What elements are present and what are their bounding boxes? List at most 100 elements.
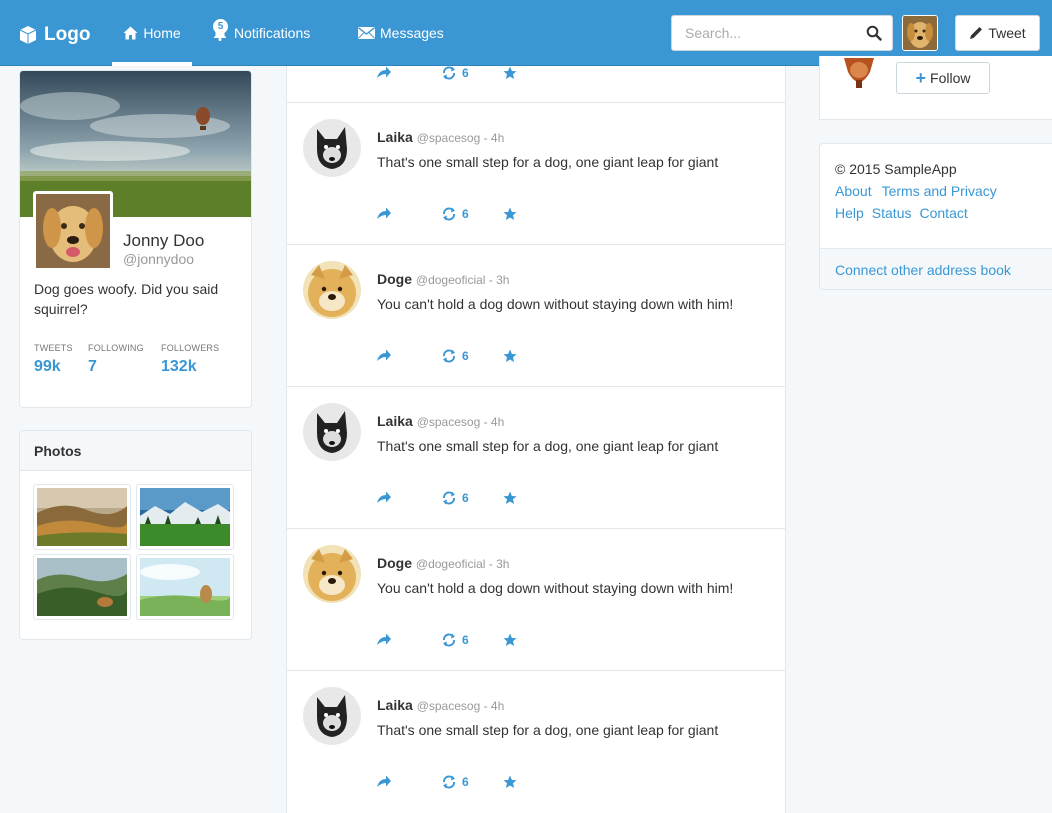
avatar (36, 194, 110, 268)
favorite-button[interactable] (503, 349, 517, 363)
avatar (303, 545, 361, 603)
retweet-button[interactable]: 6 (441, 66, 469, 80)
reply-arrow-icon (377, 775, 391, 787)
star-icon (503, 491, 517, 504)
notification-count-badge: 5 (213, 19, 228, 34)
tweet-meta: @dogeoficial - 3h (415, 273, 510, 287)
reply-arrow-icon (377, 349, 391, 361)
home-icon (123, 26, 138, 40)
reply-arrow-icon (377, 491, 391, 503)
follow-button[interactable]: + Follow (896, 62, 990, 94)
stat-followers[interactable]: FOLLOWERS 132k (161, 343, 219, 376)
favorite-button[interactable] (503, 66, 517, 80)
tweet-author-name[interactable]: Laika (377, 129, 413, 145)
tweet-avatar[interactable] (303, 545, 361, 603)
favorite-button[interactable] (503, 207, 517, 221)
retweet-icon (443, 207, 455, 221)
tweet-header: Doge @dogeoficial - 3h (377, 555, 509, 571)
reply-button[interactable] (377, 349, 391, 361)
footer-link-terms[interactable]: Terms and Privacy (882, 183, 997, 199)
photo-thumbnail[interactable] (33, 554, 131, 620)
tweet-text: You can't hold a dog down without stayin… (377, 580, 734, 596)
brand-logo[interactable]: Logo (18, 22, 90, 48)
tweet-feed: 6 Laika @spacesog - 4h That's one small … (286, 66, 786, 813)
reply-button[interactable] (377, 66, 391, 78)
tweet-item: Laika @spacesog - 4h That's one small st… (287, 387, 785, 529)
tweet-meta: @dogeoficial - 3h (415, 557, 510, 571)
reply-button[interactable] (377, 633, 391, 645)
tweet-item: Doge @dogeoficial - 3h You can't hold a … (287, 529, 785, 671)
nav-messages[interactable]: Messages (358, 0, 444, 66)
stat-label: FOLLOWING (88, 343, 144, 353)
profile-name[interactable]: Jonny Doo (123, 231, 204, 251)
tweet-text: That's one small step for a dog, one gia… (377, 438, 719, 454)
nav-home[interactable]: Home (112, 0, 192, 66)
retweet-icon (443, 775, 455, 789)
star-icon (503, 633, 517, 646)
footer-card: © 2015 SampleApp About Terms and Privacy … (819, 143, 1052, 290)
retweet-count: 6 (462, 775, 469, 789)
photo-thumbnail[interactable] (136, 484, 234, 550)
stat-following[interactable]: FOLLOWING 7 (88, 343, 144, 376)
tweet-author-name[interactable]: Doge (377, 271, 412, 287)
reply-arrow-icon (377, 207, 391, 219)
tweet-avatar[interactable] (303, 687, 361, 745)
avatar (303, 403, 361, 461)
tweet-header: Laika @spacesog - 4h (377, 697, 504, 713)
landscape-photo-4 (140, 558, 230, 616)
user-avatar-button[interactable] (902, 15, 938, 51)
favorite-button[interactable] (503, 491, 517, 505)
tweet-avatar[interactable] (303, 403, 361, 461)
footer-link-contact[interactable]: Contact (920, 205, 968, 221)
footer-link-status[interactable]: Status (872, 205, 912, 221)
compose-tweet-button[interactable]: Tweet (955, 15, 1040, 51)
follow-label: Follow (930, 70, 971, 86)
tweet-text: That's one small step for a dog, one gia… (377, 154, 719, 170)
stat-label: TWEETS (34, 343, 73, 353)
footer-link-help[interactable]: Help (835, 205, 864, 221)
stat-tweets[interactable]: TWEETS 99k (34, 343, 73, 376)
tweet-avatar[interactable] (303, 119, 361, 177)
favorite-button[interactable] (503, 633, 517, 647)
stat-value: 99k (34, 358, 61, 375)
retweet-button[interactable]: 6 (441, 633, 469, 647)
reply-button[interactable] (377, 491, 391, 503)
retweet-button[interactable]: 6 (441, 349, 469, 363)
stat-value: 7 (88, 358, 97, 375)
avatar (303, 261, 361, 319)
profile-avatar[interactable] (33, 191, 113, 271)
profile-card: Jonny Doo @jonnydoo Dog goes woofy. Did … (19, 70, 252, 408)
tweet-author-name[interactable]: Laika (377, 413, 413, 429)
search-icon[interactable] (866, 25, 882, 41)
tweet-avatar[interactable] (303, 261, 361, 319)
plus-icon: + (915, 67, 927, 88)
reply-button[interactable] (377, 775, 391, 787)
reply-arrow-icon (377, 633, 391, 645)
suggested-user-avatar[interactable] (840, 58, 878, 92)
footer-link-about[interactable]: About (835, 183, 872, 199)
logo-cube-icon (19, 26, 37, 44)
photo-thumbnail[interactable] (33, 484, 131, 550)
retweet-button[interactable]: 6 (441, 775, 469, 789)
tweet-header: Doge @dogeoficial - 3h (377, 271, 509, 287)
compose-tweet-label: Tweet (988, 25, 1026, 41)
reply-button[interactable] (377, 207, 391, 219)
nav-notifications[interactable]: Notifications (211, 0, 310, 66)
photos-card: Photos (19, 430, 252, 640)
tweet-author-name[interactable]: Doge (377, 555, 412, 571)
stat-label: FOLLOWERS (161, 343, 220, 353)
reply-arrow-icon (377, 66, 391, 78)
photo-thumbnail[interactable] (136, 554, 234, 620)
retweet-button[interactable]: 6 (441, 491, 469, 505)
connect-address-book-link[interactable]: Connect other address book (820, 248, 1052, 289)
retweet-count: 6 (462, 207, 469, 221)
search-input[interactable] (672, 16, 852, 50)
tweet-author-name[interactable]: Laika (377, 697, 413, 713)
retweet-button[interactable]: 6 (441, 207, 469, 221)
star-icon (503, 349, 517, 362)
tweet-header: Laika @spacesog - 4h (377, 129, 504, 145)
favorite-button[interactable] (503, 775, 517, 789)
tweet-header: Laika @spacesog - 4h (377, 413, 504, 429)
retweet-icon (443, 349, 455, 363)
nav-notifications-label: Notifications (234, 25, 311, 41)
